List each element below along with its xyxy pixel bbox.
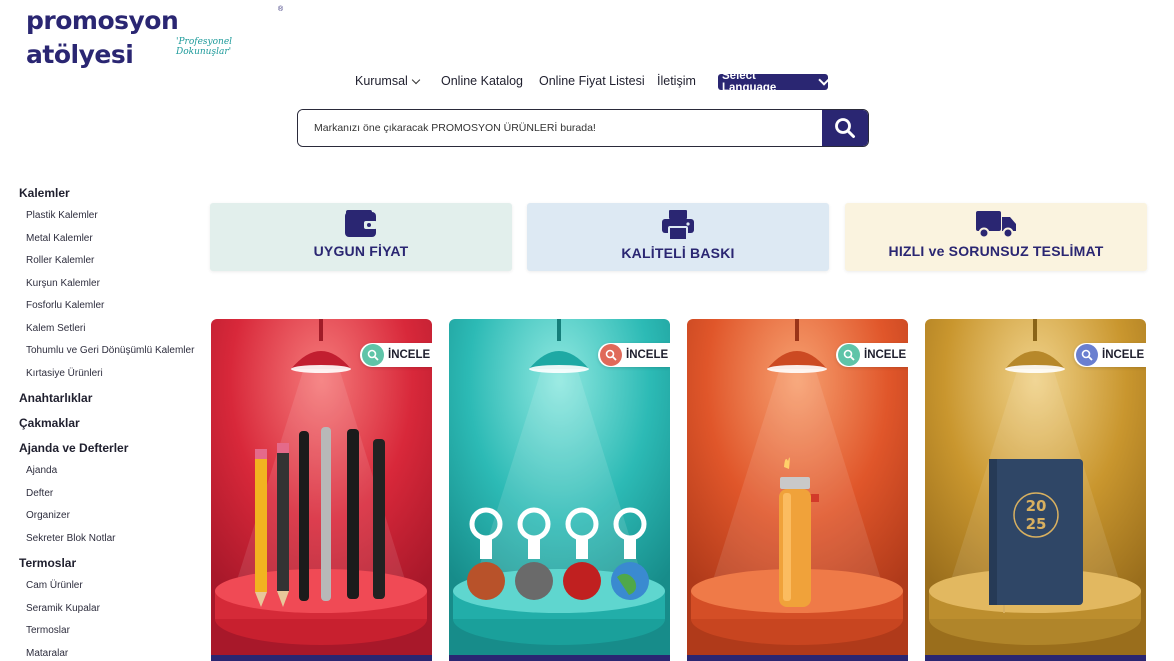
nav-iletisim[interactable]: İletişim <box>657 74 696 88</box>
select-language-button[interactable]: Select Language <box>718 70 830 94</box>
search-icon <box>835 118 855 138</box>
select-language-label: Select Language <box>722 70 777 94</box>
category-kalemler[interactable]: Kalemler <box>19 184 209 209</box>
category-cakmaklar[interactable]: Çakmaklar <box>19 414 209 439</box>
card-illustration <box>211 319 432 661</box>
feature-label: UYGUN FİYAT <box>313 243 409 259</box>
subcategory-plastik-kalemler[interactable]: Plastik Kalemler <box>19 209 209 232</box>
incele-button[interactable]: İNCELE <box>836 343 908 367</box>
search-input[interactable] <box>298 110 822 146</box>
nav-online-fiyat-listesi[interactable]: Online Fiyat Listesi <box>539 74 645 88</box>
subcategory-fosforlu-kalemler[interactable]: Fosforlu Kalemler <box>19 299 209 322</box>
product-card-pens[interactable]: İNCELE <box>211 319 432 661</box>
subcategory-organizer[interactable]: Organizer <box>19 509 209 532</box>
subcategory-kalem-setleri[interactable]: Kalem Setleri <box>19 322 209 345</box>
subcategory-kursun-kalemler[interactable]: Kurşun Kalemler <box>19 277 209 300</box>
subcategory-kirtasiye-urunleri[interactable]: Kırtasiye Ürünleri <box>19 367 209 390</box>
subcategory-sekreter-blok-notlar[interactable]: Sekreter Blok Notlar <box>19 532 209 555</box>
feature-label: KALİTELİ BASKI <box>621 245 735 261</box>
site-logo[interactable]: promosyon atölyesi ® 'Profesyonel Dokunu… <box>26 4 286 69</box>
feature-kaliteli-baski: KALİTELİ BASKI <box>527 203 829 271</box>
registered-mark: ® <box>278 6 284 13</box>
incele-button[interactable]: İNCELE <box>1074 343 1146 367</box>
subcategory-matara[interactable]: Mataralar <box>19 647 209 661</box>
incele-label: İNCELE <box>626 349 669 361</box>
product-card-lighter[interactable]: İNCELE <box>687 319 908 661</box>
incele-button[interactable]: İNCELE <box>360 343 432 367</box>
subcategory-tohumlu-kalemler[interactable]: Tohumlu ve Geri Dönüşümlü Kalemler <box>19 344 209 367</box>
incele-label: İNCELE <box>388 349 431 361</box>
logo-tagline: 'Profesyonel Dokunuşlar' <box>176 37 233 57</box>
notebook-year-bottom: 25 <box>1026 515 1047 533</box>
subcategory-seramik-kupalar[interactable]: Seramik Kupalar <box>19 602 209 625</box>
subcategory-cam-urunler[interactable]: Cam Ürünler <box>19 579 209 602</box>
subcategory-ajanda[interactable]: Ajanda <box>19 464 209 487</box>
incele-label: İNCELE <box>1102 349 1145 361</box>
nav-kurumsal[interactable]: Kurumsal <box>355 74 421 88</box>
category-ajanda-ve-defterler[interactable]: Ajanda ve Defterler <box>19 439 209 464</box>
search-button[interactable] <box>822 110 868 146</box>
printer-icon <box>662 210 694 241</box>
card-footer-bar <box>211 655 432 661</box>
card-footer-bar <box>449 655 670 661</box>
feature-label: HIZLI ve SORUNSUZ TESLİMAT <box>888 243 1104 259</box>
product-card-keychains[interactable]: İNCELE <box>449 319 670 661</box>
incele-label: İNCELE <box>864 349 907 361</box>
wallet-icon <box>345 210 377 237</box>
search-bar <box>297 109 869 147</box>
subcategory-roller-kalemler[interactable]: Roller Kalemler <box>19 254 209 277</box>
chevron-down-icon <box>818 74 830 86</box>
feature-hizli-teslimat: HIZLI ve SORUNSUZ TESLİMAT <box>845 203 1147 271</box>
card-footer-bar <box>687 655 908 661</box>
truck-icon <box>976 211 1016 239</box>
product-card-notebook[interactable]: 20 25 İNCELE <box>925 319 1146 661</box>
chevron-down-icon <box>411 75 421 84</box>
notebook-year-top: 20 <box>1026 497 1047 515</box>
subcategory-termoslar[interactable]: Termoslar <box>19 624 209 647</box>
magnifier-icon <box>838 344 860 366</box>
card-illustration <box>687 319 908 661</box>
main-nav: Kurumsal Online Katalog Online Fiyat Lis… <box>0 70 1174 94</box>
card-illustration <box>449 319 670 661</box>
magnifier-icon <box>600 344 622 366</box>
incele-button[interactable]: İNCELE <box>598 343 670 367</box>
magnifier-icon <box>1076 344 1098 366</box>
feature-uygun-fiyat: UYGUN FİYAT <box>210 203 512 271</box>
magnifier-icon <box>362 344 384 366</box>
nav-online-katalog[interactable]: Online Katalog <box>441 74 523 88</box>
card-footer-bar <box>925 655 1146 661</box>
subcategory-metal-kalemler[interactable]: Metal Kalemler <box>19 232 209 255</box>
category-sidebar: Kalemler Plastik Kalemler Metal Kalemler… <box>19 184 209 661</box>
nav-kurumsal-label: Kurumsal <box>355 74 408 88</box>
category-termoslar[interactable]: Termoslar <box>19 554 209 579</box>
card-illustration: 20 25 <box>925 319 1146 661</box>
subcategory-defter[interactable]: Defter <box>19 487 209 510</box>
category-anahtarliklar[interactable]: Anahtarlıklar <box>19 389 209 414</box>
